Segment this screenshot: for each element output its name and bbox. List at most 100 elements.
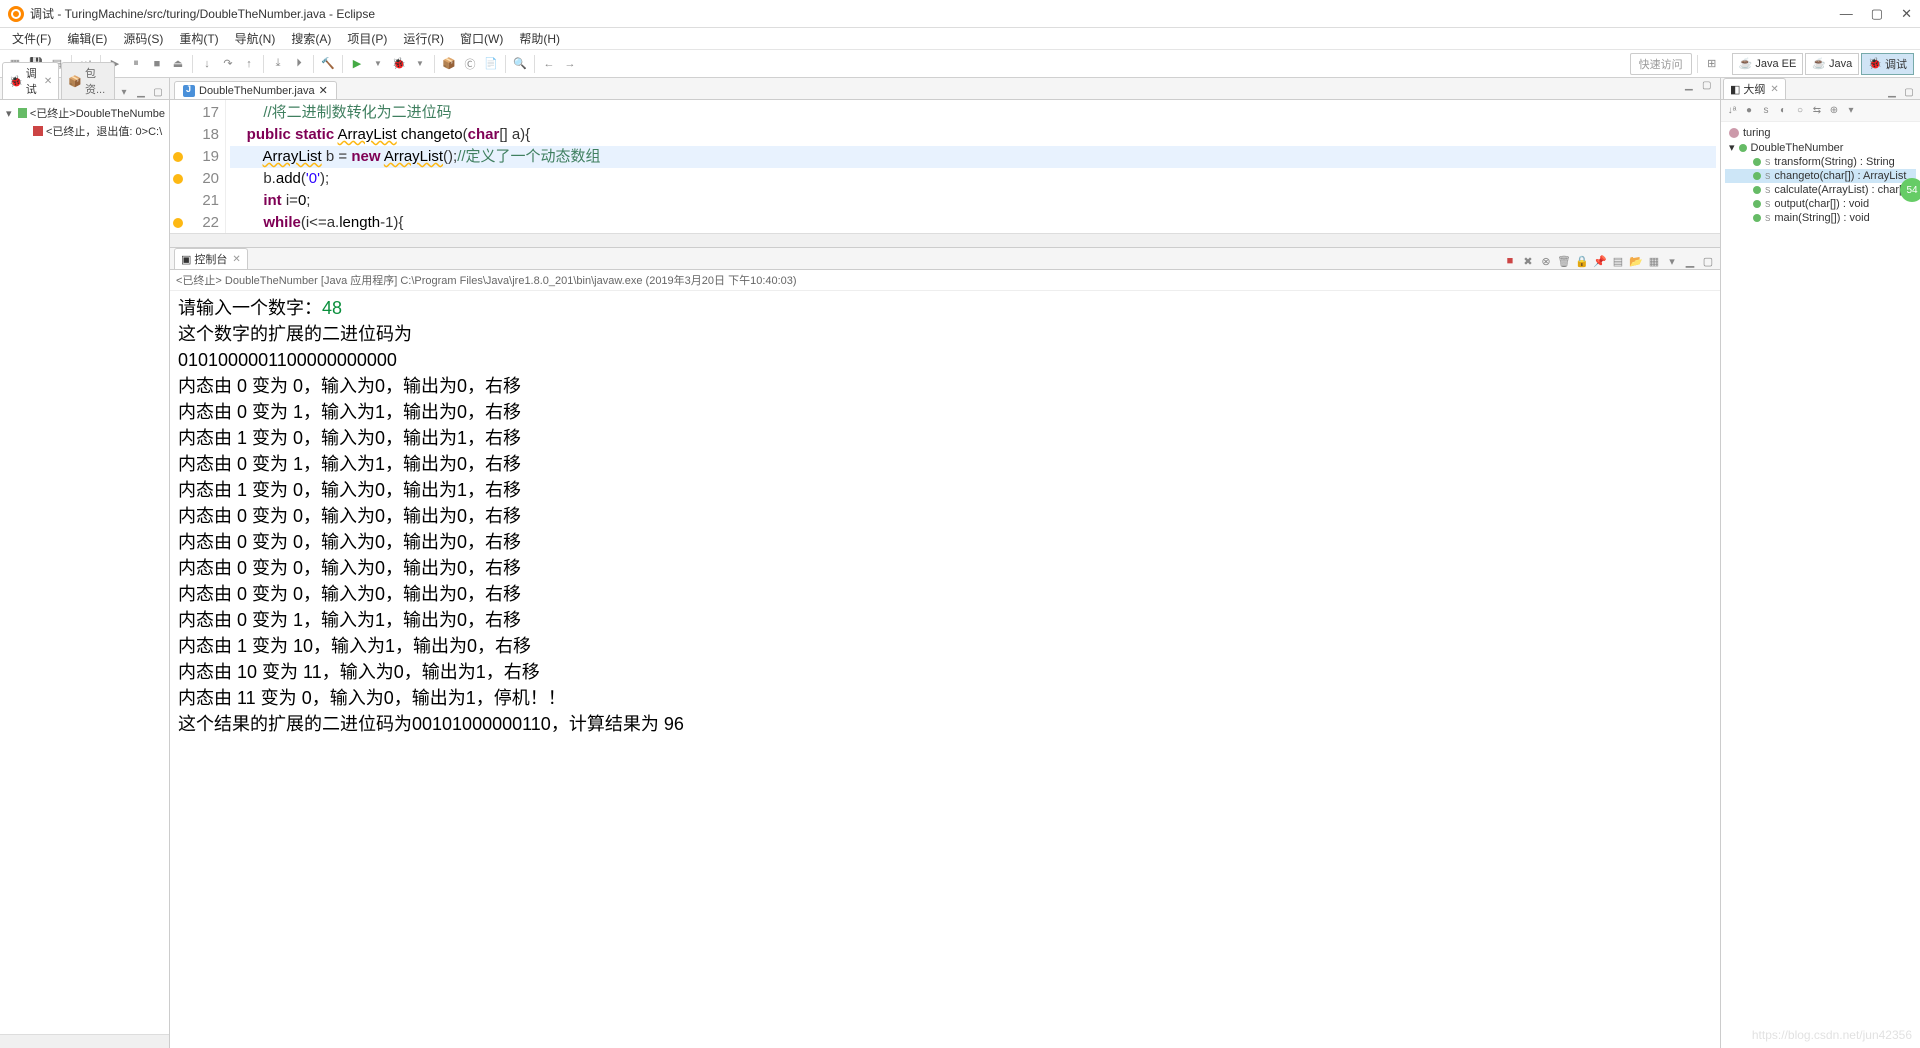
forward-icon[interactable]: → — [561, 55, 579, 73]
code-line[interactable]: while(i<=a.length-1){ — [230, 212, 1716, 233]
menu-item[interactable]: 运行(R) — [397, 28, 450, 49]
dropdown-icon[interactable]: ▾ — [1664, 253, 1680, 269]
debug-dropdown-icon[interactable]: ▼ — [411, 55, 429, 73]
maximize-button[interactable]: ▢ — [1871, 6, 1883, 22]
maximize-icon[interactable]: ▢ — [1700, 253, 1716, 269]
remove-icon[interactable]: ✖ — [1520, 253, 1536, 269]
debug-view-tab[interactable]: 🐞 调试 ✕ — [2, 62, 59, 99]
package-view-tab[interactable]: 📦 包资... — [61, 62, 115, 99]
menu-icon[interactable]: ▾ — [1844, 104, 1858, 118]
pause-icon[interactable]: ⏸ — [127, 55, 145, 73]
debug-tree-item[interactable]: <已终止，退出值: 0>C:\ — [4, 122, 165, 140]
hide-static-icon[interactable]: s — [1759, 104, 1773, 118]
outline-method[interactable]: S main(String[]) : void — [1725, 211, 1916, 225]
collapse-icon[interactable]: ▾ — [6, 107, 15, 120]
menu-item[interactable]: 搜索(A) — [285, 28, 337, 49]
open-icon[interactable]: 📂 — [1628, 253, 1644, 269]
warning-icon[interactable] — [173, 174, 183, 184]
outline-method[interactable]: S calculate(ArrayList) : char[] — [1725, 183, 1916, 197]
menu-item[interactable]: 窗口(W) — [454, 28, 509, 49]
minimize-icon[interactable]: ▁ — [134, 85, 148, 99]
minimize-icon[interactable]: ▁ — [1685, 80, 1699, 94]
outline-method[interactable]: S changeto(char[]) : ArrayList — [1725, 169, 1916, 183]
focus-icon[interactable]: ⊕ — [1827, 104, 1841, 118]
editor-tab[interactable]: DoubleTheNumber.java ✕ — [174, 81, 337, 99]
sort-icon[interactable]: ↓ᵃ — [1725, 104, 1739, 118]
hide-local-icon[interactable]: ○ — [1793, 104, 1807, 118]
maximize-icon[interactable]: ▢ — [151, 85, 165, 99]
close-icon[interactable]: ✕ — [319, 84, 328, 97]
hide-nonpublic-icon[interactable]: ◐ — [1776, 104, 1790, 118]
perspective-Java[interactable]: ☕Java — [1805, 53, 1859, 75]
console-output[interactable]: 请输入一个数字：48这个数字的扩展的二进位码为01010000011000000… — [170, 291, 1720, 1048]
newfile-icon[interactable]: 📄 — [482, 55, 500, 73]
disconnect-icon[interactable]: ⏏ — [169, 55, 187, 73]
code-line[interactable]: ArrayList b = new ArrayList();//定义了一个动态数… — [230, 146, 1716, 168]
back-icon[interactable]: ← — [540, 55, 558, 73]
stepover-icon[interactable]: ↷ — [219, 55, 237, 73]
code-line[interactable]: b.add('0'); — [230, 168, 1716, 190]
terminate-icon[interactable]: ■ — [148, 55, 166, 73]
warning-icon[interactable] — [173, 152, 183, 162]
close-icon[interactable]: ✕ — [44, 76, 52, 87]
debug-tree[interactable]: ▾<已终止>DoubleTheNumbe<已终止，退出值: 0>C:\ — [0, 100, 169, 1034]
close-icon[interactable]: ✕ — [232, 254, 240, 265]
run-dropdown-icon[interactable]: ▼ — [369, 55, 387, 73]
menu-item[interactable]: 源码(S) — [117, 28, 169, 49]
newclass-icon[interactable]: Ⓒ — [461, 55, 479, 73]
droptoframe-icon[interactable]: ⤓ — [269, 55, 287, 73]
perspective-Java EE[interactable]: ☕Java EE — [1732, 53, 1804, 75]
new-console-icon[interactable]: ▦ — [1646, 253, 1662, 269]
perspective-调试[interactable]: 🐞调试 — [1861, 53, 1914, 75]
console-tab[interactable]: ▣ 控制台 ✕ — [174, 248, 248, 269]
scrollbar[interactable] — [0, 1034, 169, 1048]
view-menu-icon[interactable]: ▾ — [117, 85, 131, 99]
outline-method[interactable]: S transform(String) : String — [1725, 155, 1916, 169]
close-button[interactable]: ✕ — [1901, 6, 1912, 22]
clear-icon[interactable]: 🗑 — [1556, 253, 1572, 269]
maximize-icon[interactable]: ▢ — [1702, 80, 1716, 94]
stepinto-icon[interactable]: ↓ — [198, 55, 216, 73]
menu-item[interactable]: 文件(F) — [6, 28, 57, 49]
debug-icon[interactable]: 🐞 — [390, 55, 408, 73]
notification-badge[interactable]: 54 — [1900, 178, 1920, 202]
menu-item[interactable]: 项目(P) — [341, 28, 393, 49]
outline-tab[interactable]: ◧ 大纲 ✕ — [1723, 78, 1786, 99]
run-icon[interactable]: ▶ — [348, 55, 366, 73]
code-editor[interactable]: 17181920212223 //将二进制数转化为二进位码 public sta… — [170, 100, 1720, 233]
code-line[interactable]: //将二进制数转化为二进位码 — [230, 102, 1716, 124]
terminate-icon[interactable]: ■ — [1502, 253, 1518, 269]
scrolllock-icon[interactable]: 🔒 — [1574, 253, 1590, 269]
menu-item[interactable]: 编辑(E) — [61, 28, 113, 49]
filter-icon[interactable]: ⏵ — [290, 55, 308, 73]
display-icon[interactable]: ▤ — [1610, 253, 1626, 269]
outline-package[interactable]: turing — [1725, 126, 1916, 140]
minimize-icon[interactable]: ▁ — [1885, 85, 1899, 99]
code-line[interactable]: public static ArrayList changeto(char[] … — [230, 124, 1716, 146]
outline-tree[interactable]: turing ▾ DoubleTheNumber S transform(Str… — [1721, 122, 1920, 1048]
quick-access[interactable]: 快速访问 — [1630, 53, 1692, 75]
stepreturn-icon[interactable]: ↑ — [240, 55, 258, 73]
outline-class[interactable]: ▾ DoubleTheNumber — [1725, 140, 1916, 155]
close-icon[interactable]: ✕ — [1770, 84, 1778, 95]
hide-fields-icon[interactable]: ● — [1742, 104, 1756, 118]
collapse-icon[interactable]: ▾ — [1729, 141, 1735, 154]
scrollbar[interactable] — [170, 233, 1720, 247]
minimize-icon[interactable]: ▁ — [1682, 253, 1698, 269]
search-icon[interactable]: 🔍 — [511, 55, 529, 73]
build-icon[interactable]: 🔨 — [319, 55, 337, 73]
code-line[interactable]: int i=0; — [230, 190, 1716, 212]
minimize-button[interactable]: — — [1840, 6, 1853, 22]
outline-method[interactable]: S output(char[]) : void — [1725, 197, 1916, 211]
link-icon[interactable]: ⇆ — [1810, 104, 1824, 118]
removeall-icon[interactable]: ⊗ — [1538, 253, 1554, 269]
pin-icon[interactable]: 📌 — [1592, 253, 1608, 269]
newpkg-icon[interactable]: 📦 — [440, 55, 458, 73]
menu-item[interactable]: 导航(N) — [229, 28, 282, 49]
open-perspective-icon[interactable]: ⊞ — [1703, 55, 1721, 73]
debug-tree-item[interactable]: ▾<已终止>DoubleTheNumbe — [4, 104, 165, 122]
warning-icon[interactable] — [173, 218, 183, 228]
menu-item[interactable]: 帮助(H) — [513, 28, 566, 49]
menu-item[interactable]: 重构(T) — [173, 28, 224, 49]
maximize-icon[interactable]: ▢ — [1902, 85, 1916, 99]
